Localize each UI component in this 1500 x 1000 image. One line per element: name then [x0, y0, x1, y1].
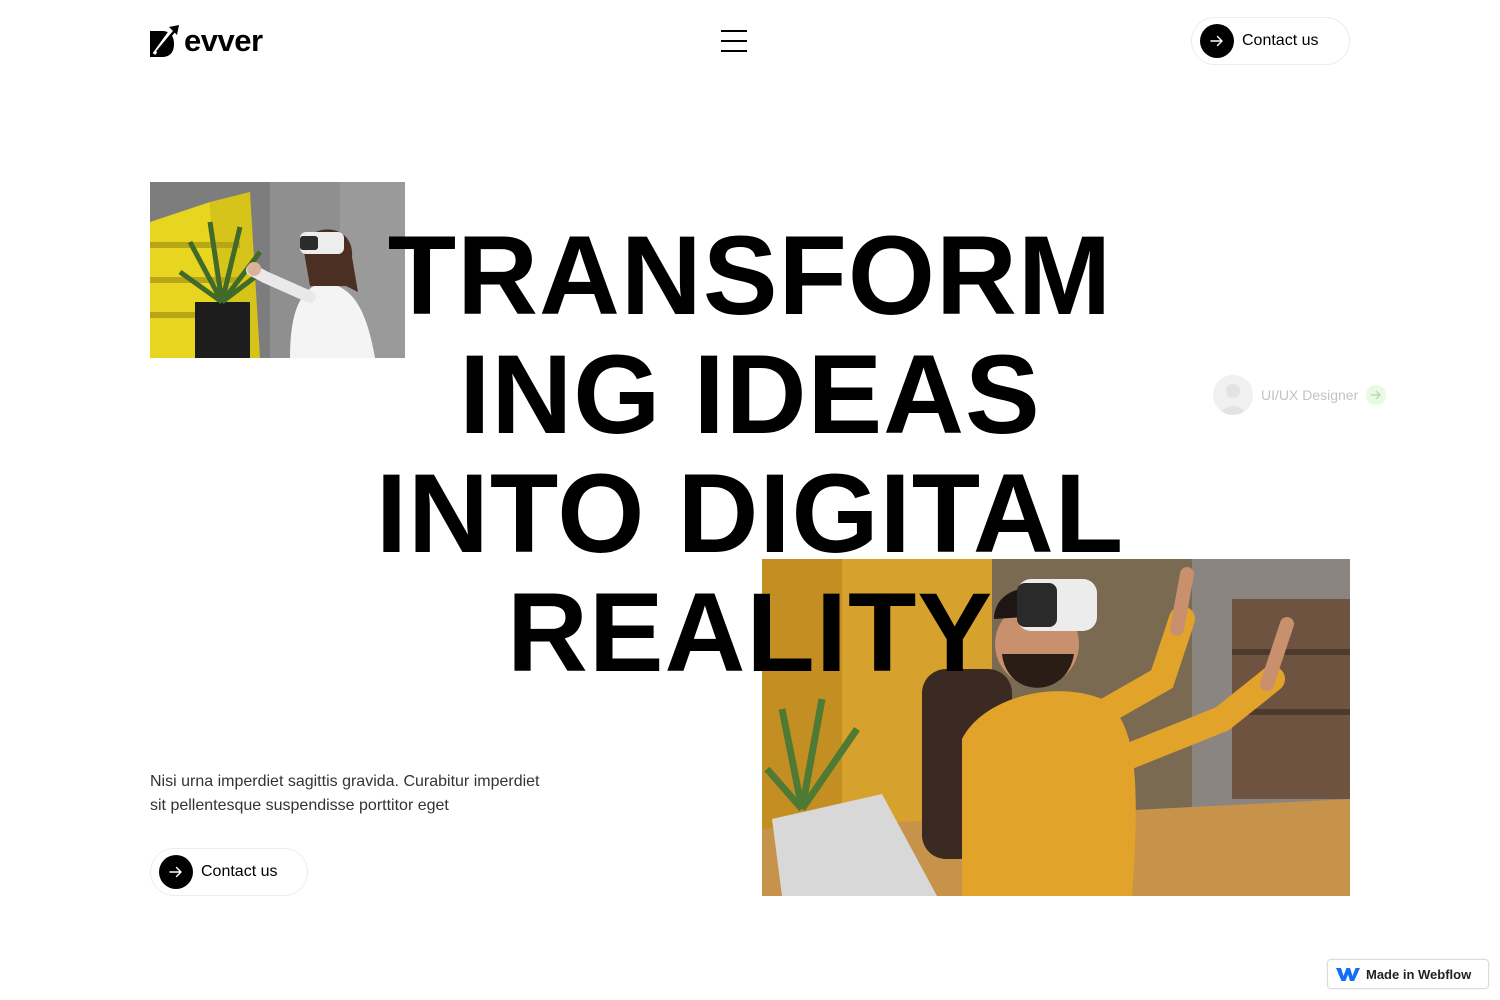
badge-text: Made in Webflow: [1366, 966, 1472, 982]
made-in-webflow-badge[interactable]: Made in Webflow: [1327, 959, 1489, 989]
hero-contact-label: Contact us: [201, 863, 278, 880]
headline-line-1: TRANSFORM: [387, 213, 1113, 338]
hero-headline: TRANSFORM ING IDEAS INTO DIGITAL REALITY: [350, 216, 1150, 692]
hero-contact-button[interactable]: Contact us: [150, 848, 308, 896]
arrow-right-icon: [1366, 385, 1387, 405]
logo-text: evver: [184, 22, 263, 58]
header-contact-button[interactable]: Contact us: [1191, 17, 1350, 65]
arrow-right-icon: [159, 855, 193, 889]
logo[interactable]: evver: [150, 24, 263, 58]
hamburger-menu-icon[interactable]: [721, 28, 747, 54]
header-contact-label: Contact us: [1242, 32, 1319, 49]
profile-role: UI/UX Designer: [1261, 387, 1359, 403]
logo-mark-icon: [150, 25, 179, 57]
avatar: [1213, 375, 1253, 415]
profile-chip[interactable]: UI/UX Designer: [1213, 375, 1387, 415]
webflow-logo-icon: [1336, 968, 1360, 981]
hero-description: Nisi urna imperdiet sagittis gravida. Cu…: [150, 773, 540, 814]
arrow-right-icon: [1200, 24, 1234, 58]
headline-line-2: ING IDEAS: [459, 332, 1041, 457]
headline-line-4: REALITY: [506, 570, 994, 695]
headline-line-3: INTO DIGITAL: [375, 451, 1125, 576]
